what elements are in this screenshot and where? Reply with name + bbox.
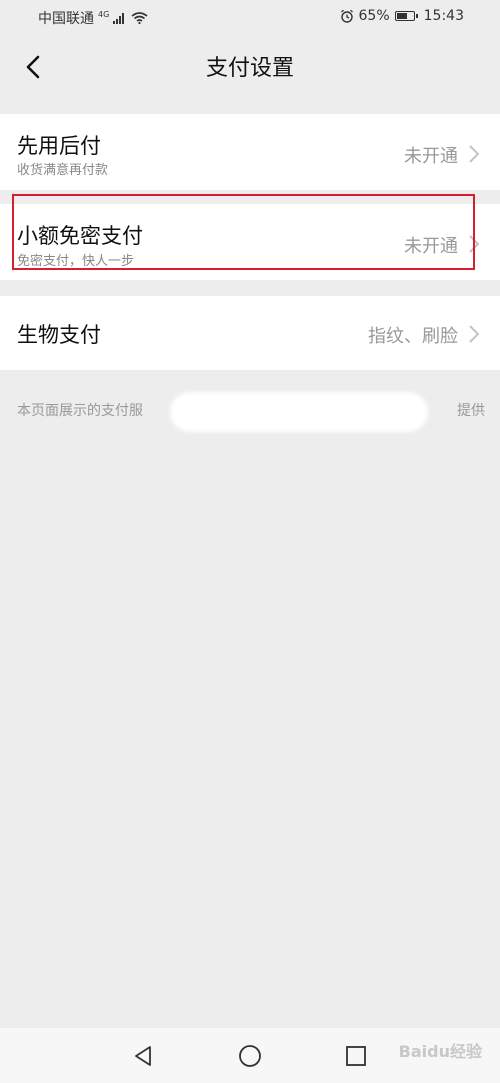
nav-home-icon[interactable] xyxy=(238,1044,262,1068)
status-bar: 中国联通 4G 65% 15:43 xyxy=(0,0,500,34)
row-subtitle: 免密支付，快人一步 xyxy=(17,254,135,269)
row-title: 先用后付 xyxy=(17,134,101,158)
status-left: 中国联通 4G xyxy=(38,8,148,28)
footer-note: 本页面展示的支付服 提供 xyxy=(17,400,485,420)
battery-icon xyxy=(394,11,418,21)
nav-recents-icon[interactable] xyxy=(344,1044,368,1068)
row-status: 未开通 xyxy=(404,236,458,257)
alarm-icon xyxy=(340,9,353,23)
page-title: 支付设置 xyxy=(205,56,294,81)
chevron-right-icon xyxy=(469,325,480,343)
footer-note-start: 本页面展示的支付服 xyxy=(17,403,143,419)
clock-time: 15:43 xyxy=(423,8,464,24)
status-right: 65% 15:43 xyxy=(340,8,464,24)
row-small-password-free-pay[interactable]: 小额免密支付 免密支付，快人一步 未开通 xyxy=(0,204,500,280)
battery-percent: 65% xyxy=(358,8,390,24)
chevron-right-icon xyxy=(469,235,480,253)
wifi-icon xyxy=(131,12,148,24)
row-status: 指纹、刷脸 xyxy=(368,326,458,347)
row-title: 生物支付 xyxy=(17,323,101,347)
network-type: 4G xyxy=(98,9,110,19)
nav-bar: 支付设置 xyxy=(0,34,500,98)
redaction-mark xyxy=(170,392,428,432)
row-status: 未开通 xyxy=(404,146,458,167)
row-title: 小额免密支付 xyxy=(17,224,143,248)
row-biometric-pay[interactable]: 生物支付 指纹、刷脸 xyxy=(0,296,500,370)
row-pay-later[interactable]: 先用后付 收货满意再付款 未开通 xyxy=(0,114,500,190)
footer-note-end: 提供 xyxy=(457,403,485,419)
signal-icon xyxy=(113,12,125,24)
chevron-right-icon xyxy=(469,145,480,163)
carrier-name: 中国联通 xyxy=(38,11,94,27)
watermark-text: Baidu经验 xyxy=(398,1042,482,1061)
row-subtitle: 收货满意再付款 xyxy=(17,163,109,178)
nav-back-icon[interactable] xyxy=(131,1044,155,1068)
